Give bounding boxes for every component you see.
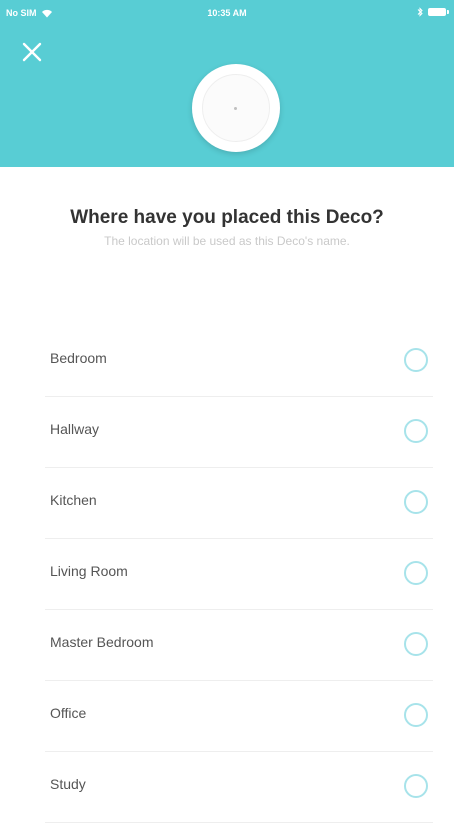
- page-subtitle: The location will be used as this Deco's…: [104, 234, 350, 248]
- radio-button[interactable]: [404, 490, 428, 514]
- close-icon: [22, 42, 42, 62]
- radio-button[interactable]: [404, 419, 428, 443]
- location-label: Office: [50, 705, 87, 721]
- radio-button[interactable]: [404, 348, 428, 372]
- location-option-living-room[interactable]: Living Room: [45, 539, 433, 610]
- location-option-kitchen[interactable]: Kitchen: [45, 468, 433, 539]
- location-label: Study: [50, 776, 86, 792]
- location-label: Master Bedroom: [50, 634, 154, 650]
- location-label: Kitchen: [50, 492, 97, 508]
- header-banner: No SIM 10:35 AM: [0, 0, 454, 167]
- location-label: Living Room: [50, 563, 128, 579]
- radio-button[interactable]: [404, 632, 428, 656]
- location-option-study[interactable]: Study: [45, 752, 433, 823]
- location-option-bedroom[interactable]: Bedroom: [45, 326, 433, 397]
- status-bar: No SIM 10:35 AM: [0, 0, 454, 28]
- close-button[interactable]: [18, 38, 46, 66]
- location-option-master-bedroom[interactable]: Master Bedroom: [45, 610, 433, 681]
- deco-device-icon: [192, 64, 280, 152]
- location-option-office[interactable]: Office: [45, 681, 433, 752]
- radio-button[interactable]: [404, 703, 428, 727]
- location-label: Hallway: [50, 421, 100, 437]
- radio-button[interactable]: [404, 774, 428, 798]
- location-list: Bedroom Hallway Kitchen Living Room Mast…: [0, 326, 454, 823]
- page-title: Where have you placed this Deco?: [70, 207, 384, 228]
- bluetooth-icon: [417, 7, 423, 17]
- location-option-hallway[interactable]: Hallway: [45, 397, 433, 468]
- location-label: Bedroom: [50, 350, 107, 366]
- status-time: 10:35 AM: [207, 8, 247, 18]
- battery-icon: [428, 8, 449, 16]
- deco-led-dot: [234, 107, 237, 110]
- radio-button[interactable]: [404, 561, 428, 585]
- status-right: [417, 7, 449, 17]
